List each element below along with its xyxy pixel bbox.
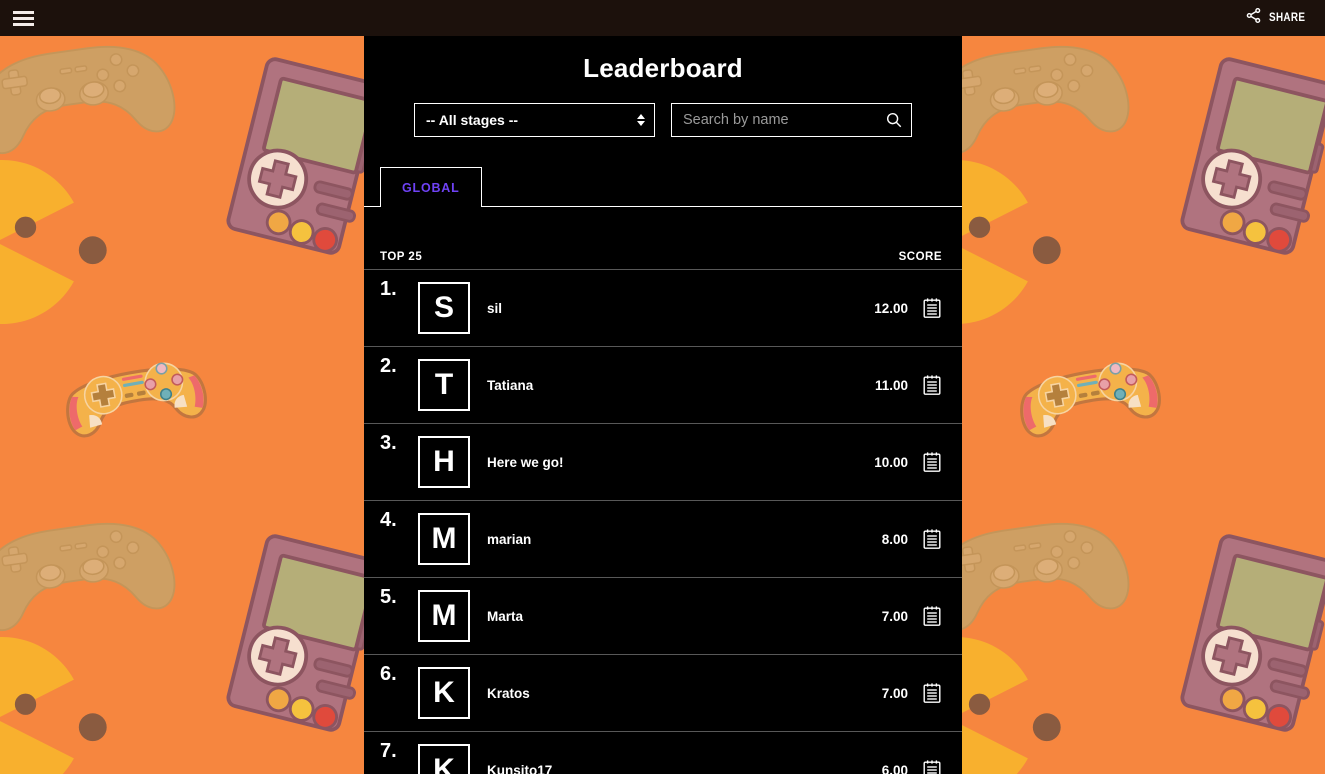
search-icon[interactable] [885,111,903,129]
share-nodes-icon [1245,7,1262,29]
avatar: M [418,590,470,642]
top-navigation-bar: SHARE [0,0,1325,36]
player-score: 7.00 [881,608,908,624]
player-score: 6.00 [881,762,908,774]
table-row[interactable]: 7. K Kunsito17 6.00 [364,732,962,774]
player-name: Kunsito17 [487,762,553,774]
table-row[interactable]: 6. K Kratos 7.00 [364,655,962,732]
table-row[interactable]: 3. H Here we go! 10.00 [364,424,962,501]
stage-select-value: -- All stages -- [426,112,519,128]
player-score: 12.00 [874,300,908,316]
player-name: sil [487,300,503,316]
rank-number: 2. [380,355,397,377]
rank-number: 5. [380,586,397,608]
player-name: Here we go! [487,454,564,470]
notes-icon[interactable] [922,682,942,704]
hamburger-menu-icon[interactable] [6,0,40,36]
tab-global[interactable]: GLOBAL [380,167,482,207]
notes-icon[interactable] [922,759,942,774]
rank-number: 1. [380,278,397,300]
table-row[interactable]: 2. T Tatiana 11.00 [364,347,962,424]
share-button[interactable]: SHARE [1245,0,1311,36]
menu-line-1 [12,10,34,14]
list-header: TOP 25 SCORE [364,251,962,270]
search-box [671,103,912,137]
avatar: K [418,667,470,719]
rank-number: 4. [380,509,397,531]
tab-global-label: GLOBAL [402,180,460,195]
table-row[interactable]: 4. Mmarian 8.00 [364,501,962,578]
menu-line-2 [12,16,34,20]
player-score: 7.00 [881,685,908,701]
player-score: 8.00 [881,531,908,547]
leaderboard-rows: 1. Ssil 12.00 2. T Tatiana 11.00 3. H Here we go!… [364,270,962,774]
player-name: Tatiana [487,377,534,393]
rank-number: 6. [380,663,397,685]
player-name: Kratos [487,685,530,701]
share-label: SHARE [1268,12,1306,24]
player-name: Marta [487,608,524,624]
rank-number: 3. [380,432,397,454]
avatar: T [418,359,470,411]
table-row[interactable]: 1. Ssil 12.00 [364,270,962,347]
leaderboard-panel: Leaderboard -- All stages -- GLOBAL [364,36,962,774]
notes-icon[interactable] [922,528,942,550]
search-input[interactable] [672,104,911,136]
rank-number: 7. [380,740,397,762]
notes-icon[interactable] [922,605,942,627]
player-score: 11.00 [874,377,908,393]
menu-line-3 [12,22,34,26]
avatar: M [418,513,470,565]
list-header-right: SCORE [898,251,942,263]
notes-icon[interactable] [922,374,942,396]
chevron-updown-icon [637,114,645,126]
notes-icon[interactable] [922,451,942,473]
list-header-left: TOP 25 [380,251,423,263]
table-row[interactable]: 5. M Marta 7.00 [364,578,962,655]
page-title: Leaderboard [583,53,743,83]
player-name: marian [487,531,532,547]
notes-icon[interactable] [922,297,942,319]
filters-row: -- All stages -- [364,103,962,137]
player-score: 10.00 [874,454,908,470]
stage-select[interactable]: -- All stages -- [414,103,655,137]
avatar: S [418,282,470,334]
avatar: H [418,436,470,488]
avatar: K [418,744,470,774]
tab-bar: GLOBAL [364,167,962,207]
